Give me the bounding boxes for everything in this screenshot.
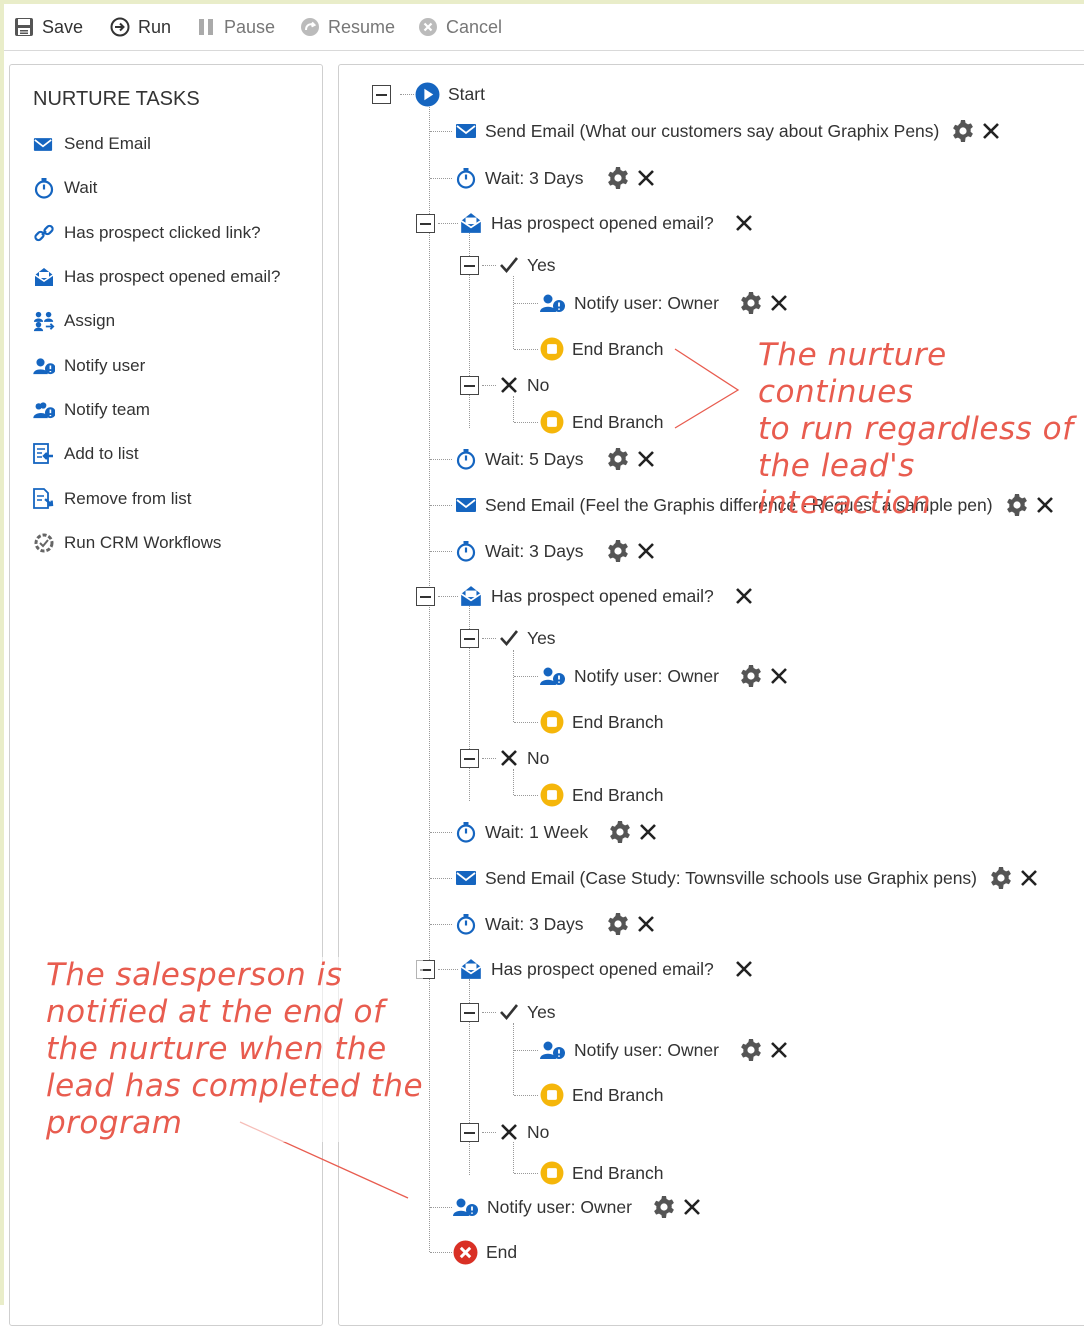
annotation-line: program [46, 1105, 183, 1141]
annotation-nurture-continues: The nurture continues to run regardless … [758, 337, 1084, 522]
annotation-salesperson-notified: The salesperson is notified at the end o… [46, 957, 424, 1142]
annotation-line: The salesperson is [46, 957, 343, 993]
annotation-line: The nurture continues [758, 337, 947, 410]
annotation-line: the nurture when the [46, 1031, 387, 1067]
annotation-line: lead has completed the [46, 1068, 424, 1104]
annotation-line: to run regardless of [758, 411, 1074, 447]
annotation-line: notified at the end of [46, 994, 385, 1030]
annotation-line: the lead's interaction [758, 448, 932, 521]
